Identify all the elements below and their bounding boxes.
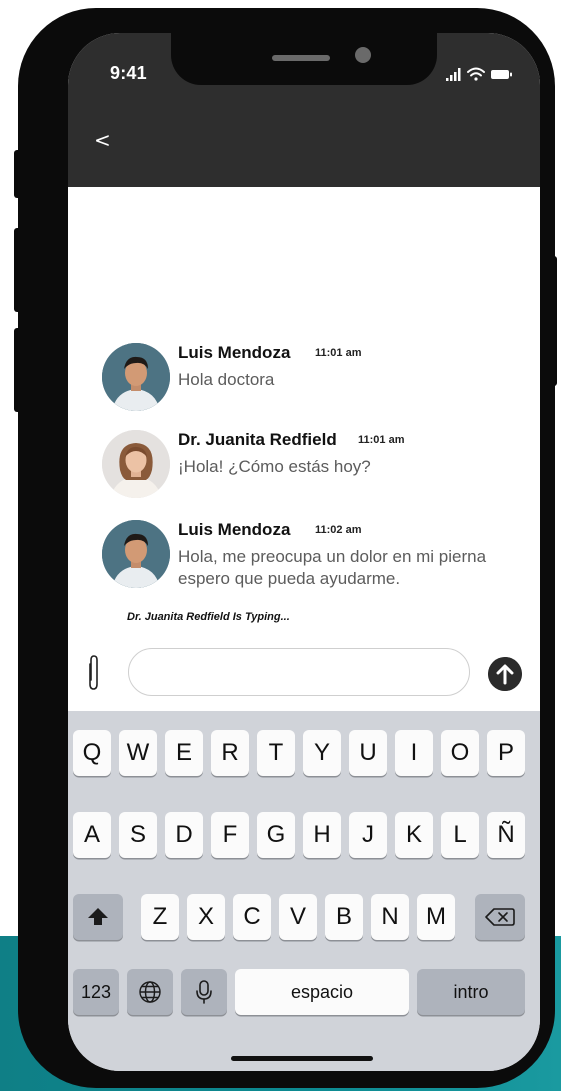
back-button[interactable]: < xyxy=(94,128,111,152)
key-r[interactable]: R xyxy=(211,730,249,776)
send-arrow-icon[interactable] xyxy=(488,657,522,691)
status-icons xyxy=(446,67,512,81)
message-text: Hola, me preocupa un dolor en mi pierna … xyxy=(178,547,487,588)
key-v[interactable]: V xyxy=(279,894,317,940)
avatar-luis-mendoza xyxy=(102,520,170,588)
notch xyxy=(171,33,437,85)
key-g[interactable]: G xyxy=(257,812,295,858)
key-y[interactable]: Y xyxy=(303,730,341,776)
message-item: Luis Mendoza 11:02 am Hola, me preocupa … xyxy=(102,520,522,590)
sender-name: Dr. Juanita Redfield xyxy=(178,430,337,449)
message-text: ¡Hola! ¿Cómo estás hoy? xyxy=(178,457,371,476)
typing-indicator: Dr. Juanita Redfield Is Typing... xyxy=(127,611,290,623)
key-k[interactable]: K xyxy=(395,812,433,858)
shift-arrow-icon xyxy=(88,908,108,925)
key-m[interactable]: M xyxy=(417,894,455,940)
key-h[interactable]: H xyxy=(303,812,341,858)
key-z[interactable]: Z xyxy=(141,894,179,940)
key-q[interactable]: Q xyxy=(73,730,111,776)
key-b[interactable]: B xyxy=(325,894,363,940)
message-input[interactable] xyxy=(128,648,470,696)
cellular-signal-icon xyxy=(446,68,461,81)
keyboard: Q W E R T Y U I O P A S D F G H J K L Ñ xyxy=(68,711,540,1071)
wifi-icon xyxy=(467,67,485,81)
shift-key[interactable] xyxy=(73,894,123,940)
key-f[interactable]: F xyxy=(211,812,249,858)
front-camera xyxy=(355,47,371,63)
message-item: Dr. Juanita Redfield 11:01 am ¡Hola! ¿Có… xyxy=(102,430,522,500)
key-j[interactable]: J xyxy=(349,812,387,858)
key-s[interactable]: S xyxy=(119,812,157,858)
backspace-icon xyxy=(485,908,515,926)
key-u[interactable]: U xyxy=(349,730,387,776)
message-time: 11:01 am xyxy=(315,347,362,359)
speaker-grille xyxy=(272,55,330,61)
space-key[interactable]: espacio xyxy=(235,969,409,1015)
globe-key[interactable] xyxy=(127,969,173,1015)
message-text: Hola doctora xyxy=(178,370,275,389)
key-l[interactable]: L xyxy=(441,812,479,858)
key-n[interactable]: N xyxy=(371,894,409,940)
battery-icon xyxy=(491,70,512,79)
key-enye[interactable]: Ñ xyxy=(487,812,525,858)
sender-name: Luis Mendoza xyxy=(178,520,291,539)
key-i[interactable]: I xyxy=(395,730,433,776)
backspace-key[interactable] xyxy=(475,894,525,940)
message-item: Luis Mendoza 11:01 am Hola doctora xyxy=(102,343,522,413)
message-time: 11:02 am xyxy=(315,524,362,536)
return-key[interactable]: intro xyxy=(417,969,525,1015)
phone-frame: 9:41 < Luis Mendoza 11:01 am Hola doctor… xyxy=(18,8,555,1088)
avatar-juanita-redfield xyxy=(102,430,170,498)
message-time: 11:01 am xyxy=(358,434,405,446)
home-indicator xyxy=(231,1056,373,1061)
key-t[interactable]: T xyxy=(257,730,295,776)
numbers-key[interactable]: 123 xyxy=(73,969,119,1015)
key-a[interactable]: A xyxy=(73,812,111,858)
key-p[interactable]: P xyxy=(487,730,525,776)
globe-icon xyxy=(139,981,161,1003)
key-c[interactable]: C xyxy=(233,894,271,940)
sender-name: Luis Mendoza xyxy=(178,343,291,362)
avatar-luis-mendoza xyxy=(102,343,170,411)
phone-screen: 9:41 < Luis Mendoza 11:01 am Hola doctor… xyxy=(68,33,540,1071)
key-x[interactable]: X xyxy=(187,894,225,940)
key-o[interactable]: O xyxy=(441,730,479,776)
key-d[interactable]: D xyxy=(165,812,203,858)
status-time: 9:41 xyxy=(110,63,147,83)
paperclip-icon[interactable] xyxy=(86,654,100,692)
microphone-key[interactable] xyxy=(181,969,227,1015)
microphone-icon xyxy=(196,980,212,1004)
key-w[interactable]: W xyxy=(119,730,157,776)
key-e[interactable]: E xyxy=(165,730,203,776)
